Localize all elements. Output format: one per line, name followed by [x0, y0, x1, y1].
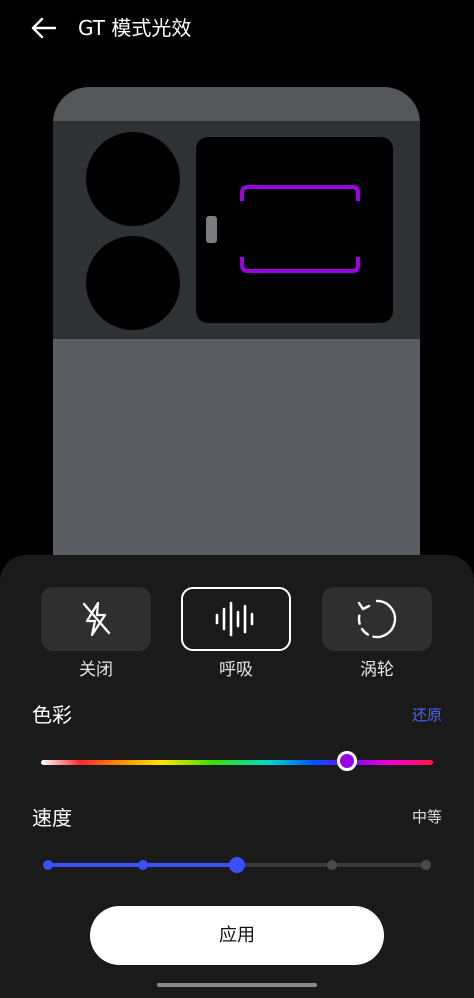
flash-off-icon — [82, 601, 111, 637]
phone-top-edge — [53, 87, 420, 123]
phone-back-body — [53, 339, 420, 567]
camera-lens — [86, 132, 180, 226]
speed-section-title: 速度 — [32, 806, 72, 830]
page-title: GT 模式光效 — [78, 16, 192, 40]
top-bar: GT 模式光效 — [0, 0, 474, 56]
speed-step-dot[interactable] — [137, 860, 148, 870]
settings-sheet: 关闭 呼吸 涡轮 色彩 还原 速度 中等 应用 — [0, 555, 474, 998]
speed-step-dot[interactable] — [421, 860, 431, 870]
speed-slider-thumb[interactable] — [229, 857, 245, 873]
back-button[interactable] — [26, 12, 60, 44]
color-slider-thumb[interactable] — [336, 751, 357, 771]
mode-breathing-button[interactable] — [181, 587, 291, 651]
mode-turbo-label: 涡轮 — [360, 660, 394, 680]
apply-button[interactable]: 应用 — [90, 906, 384, 965]
waveform-icon — [215, 601, 254, 637]
camera-module — [53, 121, 420, 341]
color-spectrum-track — [41, 760, 433, 765]
reset-color-button[interactable]: 还原 — [412, 705, 442, 725]
color-section-title: 色彩 — [32, 703, 72, 727]
color-slider[interactable] — [41, 751, 433, 773]
speed-slider[interactable] — [42, 853, 432, 877]
speed-step-dot[interactable] — [326, 860, 337, 870]
flash-sensor — [206, 216, 217, 243]
arrow-left-icon — [31, 17, 56, 39]
mode-turbo-button[interactable] — [322, 587, 432, 651]
rear-light-window — [196, 137, 393, 323]
mode-breathing-label: 呼吸 — [219, 660, 253, 680]
rotate-icon — [357, 599, 397, 639]
home-indicator — [157, 983, 317, 987]
gt-light-effect — [240, 185, 360, 273]
mode-off-button[interactable] — [41, 587, 151, 651]
phone-preview — [53, 87, 420, 567]
camera-lens — [86, 236, 180, 330]
speed-value-label: 中等 — [411, 808, 442, 826]
mode-off-label: 关闭 — [79, 660, 113, 680]
speed-step-dot[interactable] — [43, 860, 53, 870]
